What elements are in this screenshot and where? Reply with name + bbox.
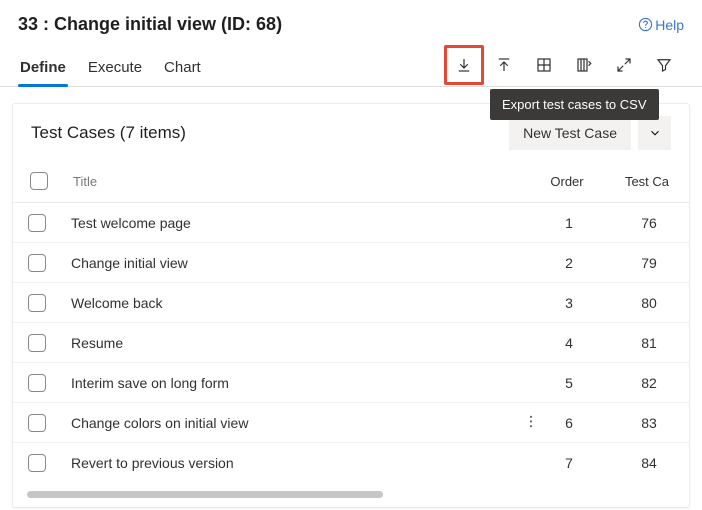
row-testcase-id: 81 [609,335,689,351]
help-link[interactable]: Help [638,17,684,33]
row-more-button[interactable] [523,413,539,432]
download-icon [455,56,473,74]
panel-title: Test Cases (7 items) [31,123,186,143]
row-testcase-id: 80 [609,295,689,311]
row-order: 2 [529,255,609,271]
upload-icon [495,56,513,74]
chevron-down-icon [648,126,662,140]
tab-execute[interactable]: Execute [86,49,144,86]
help-icon [638,17,653,32]
tab-define[interactable]: Define [18,49,68,86]
row-title[interactable]: Test welcome page [61,215,529,231]
page-title: 33 : Change initial view (ID: 68) [18,14,282,35]
row-order: 6 [529,415,609,431]
column-header-order[interactable]: Order [527,168,607,195]
row-testcase-id: 83 [609,415,689,431]
grid-view-button[interactable] [524,45,564,85]
table-row[interactable]: Interim save on long form582 [13,363,689,403]
row-order: 1 [529,215,609,231]
export-csv-button[interactable] [444,45,484,85]
test-cases-table: Title Order Test Ca Test welcome page176… [13,160,689,483]
row-checkbox[interactable] [28,214,46,232]
scrollbar-thumb[interactable] [27,491,383,498]
row-title[interactable]: Change initial view [61,255,529,271]
new-test-case-button[interactable]: New Test Case [509,116,631,150]
row-title[interactable]: Change colors on initial view [61,415,529,431]
tab-chart[interactable]: Chart [162,49,203,86]
row-order: 7 [529,455,609,471]
table-row[interactable]: Welcome back380 [13,283,689,323]
column-header-title[interactable]: Title [63,168,527,195]
tab-bar: Define Execute Chart [18,43,203,86]
row-checkbox[interactable] [28,294,46,312]
filter-button[interactable] [644,45,684,85]
row-title[interactable]: Revert to previous version [61,455,529,471]
grid-icon [535,56,553,74]
expand-icon [615,56,633,74]
filter-icon [655,56,673,74]
columns-button[interactable] [564,45,604,85]
row-testcase-id: 82 [609,375,689,391]
row-title[interactable]: Interim save on long form [61,375,529,391]
table-row[interactable]: Revert to previous version784 [13,443,689,483]
row-title[interactable]: Welcome back [61,295,529,311]
select-all-checkbox[interactable] [30,172,48,190]
row-order: 3 [529,295,609,311]
row-testcase-id: 79 [609,255,689,271]
help-label: Help [655,17,684,33]
row-order: 5 [529,375,609,391]
row-testcase-id: 76 [609,215,689,231]
row-checkbox[interactable] [28,254,46,272]
row-checkbox[interactable] [28,454,46,472]
horizontal-scrollbar[interactable] [27,489,675,501]
toolbar: Export test cases to CSV [444,45,684,85]
table-row[interactable]: Test welcome page176 [13,203,689,243]
test-cases-panel: Test Cases (7 items) New Test Case Title… [12,103,690,508]
row-title[interactable]: Resume [61,335,529,351]
row-order: 4 [529,335,609,351]
table-row[interactable]: Resume481 [13,323,689,363]
import-button[interactable] [484,45,524,85]
row-checkbox[interactable] [28,414,46,432]
new-test-case-dropdown[interactable] [637,116,671,150]
table-row[interactable]: Change colors on initial view683 [13,403,689,443]
export-tooltip: Export test cases to CSV [490,89,659,120]
row-checkbox[interactable] [28,374,46,392]
table-row[interactable]: Change initial view279 [13,243,689,283]
row-testcase-id: 84 [609,455,689,471]
fullscreen-button[interactable] [604,45,644,85]
column-options-icon [575,56,593,74]
more-vertical-icon [523,413,539,429]
row-checkbox[interactable] [28,334,46,352]
column-header-testcase[interactable]: Test Ca [607,168,687,195]
